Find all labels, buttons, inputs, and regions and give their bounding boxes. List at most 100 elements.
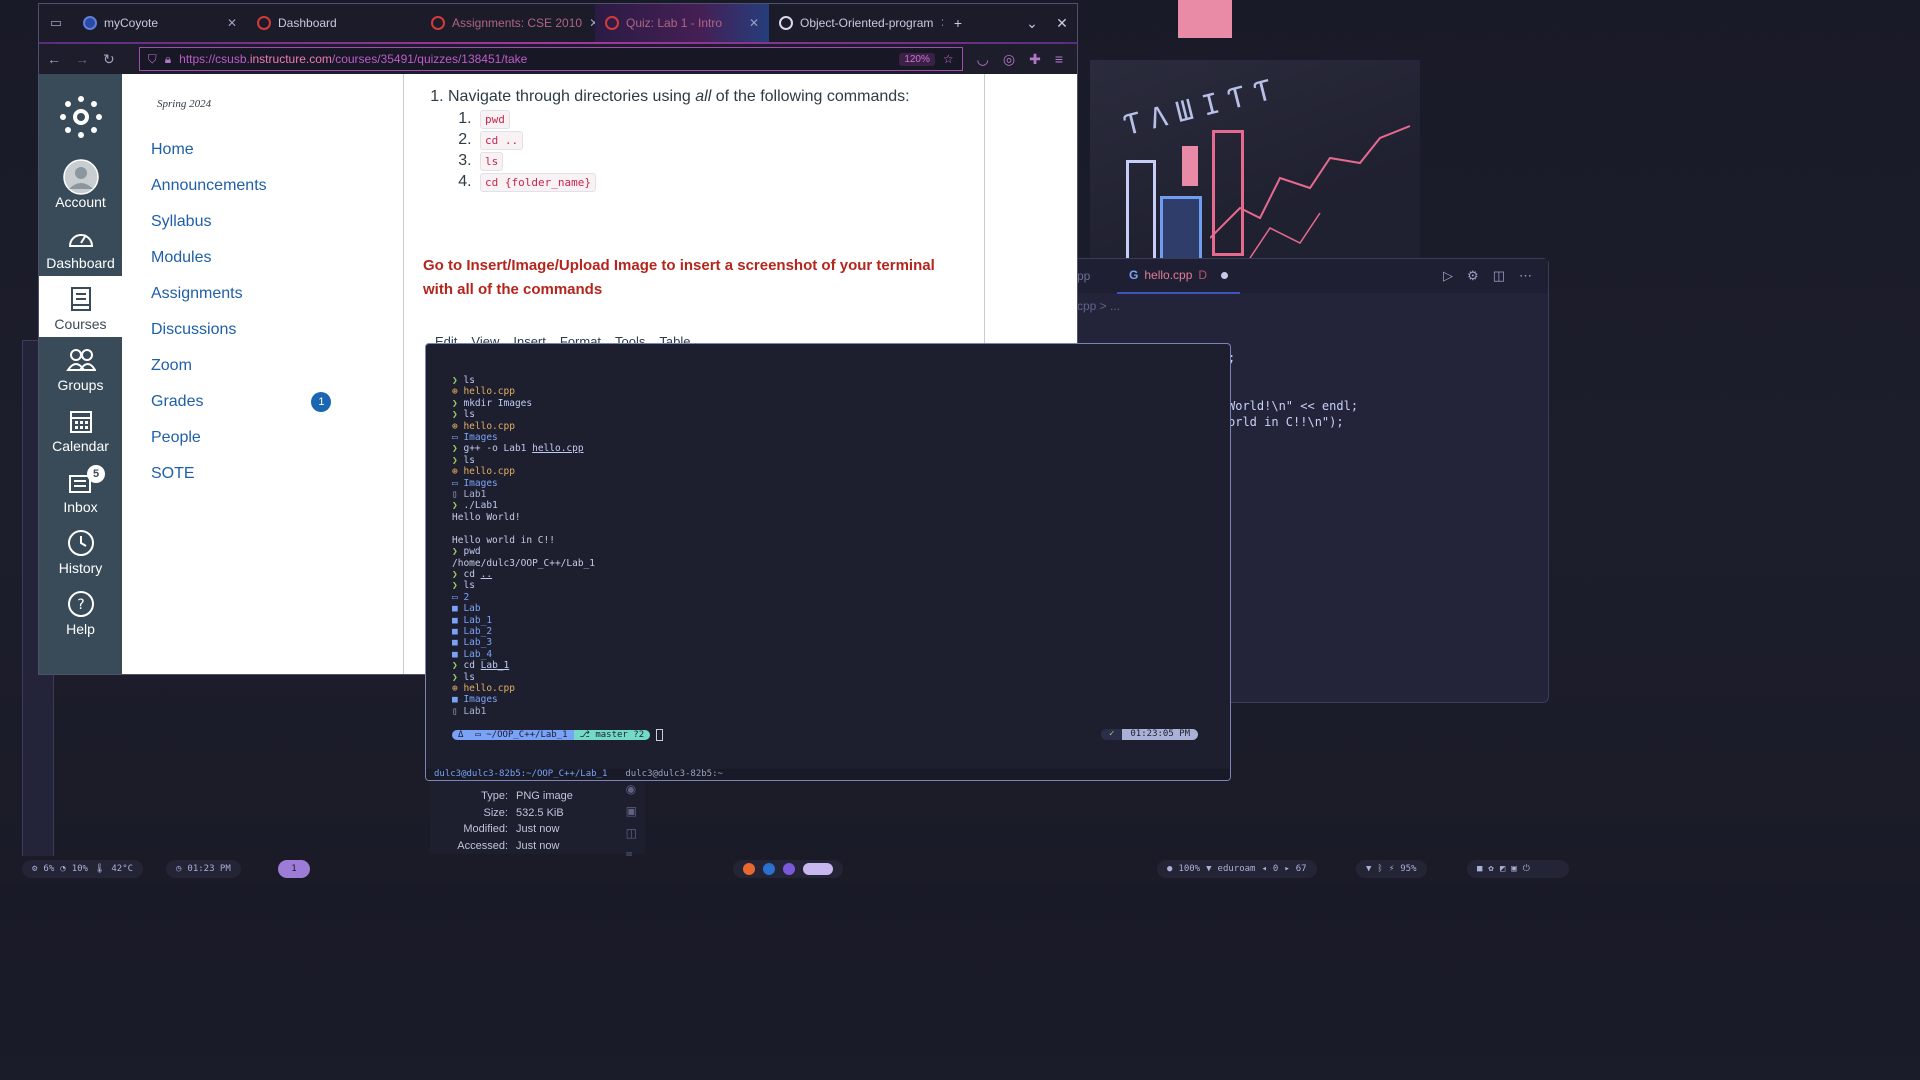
tray-icons: ■ ✿ ◩ ▣ ⏻ <box>1467 860 1569 878</box>
course-nav-discussions[interactable]: Discussions <box>151 312 331 348</box>
system-stats: ⚙ 6% ◔ 10% 🌡︎ 42°C <box>22 860 144 878</box>
bluetooth-icon[interactable]: ᛒ <box>1377 864 1382 874</box>
gear-icon[interactable]: ⚙ <box>1467 268 1479 284</box>
global-nav-label: Dashboard <box>46 255 115 271</box>
back-icon[interactable]: ← <box>47 51 61 67</box>
prompt-time: ✓ 01:23:05 PM <box>1100 729 1198 740</box>
canvas-logo-icon[interactable] <box>59 96 102 138</box>
term-label: Spring 2024 <box>157 98 212 110</box>
settings-icon[interactable]: ✿ <box>1488 864 1493 874</box>
svg-text:?: ? <box>77 597 84 613</box>
course-nav-sote[interactable]: SOTE <box>151 456 331 492</box>
global-nav-calendar[interactable]: Calendar <box>39 398 122 459</box>
tab-list-chevron-down-icon[interactable]: ⌄ <box>1017 15 1047 32</box>
course-nav-announcements[interactable]: Announcements <box>151 168 331 204</box>
power-icon[interactable]: ⏻ <box>1523 864 1530 874</box>
firefox-icon[interactable] <box>743 863 755 875</box>
command-item: ls <box>476 152 910 171</box>
course-nav-zoom[interactable]: Zoom <box>151 348 331 384</box>
split-editor-icon[interactable]: ◫ <box>1493 268 1505 284</box>
global-nav-label: Account <box>55 194 106 210</box>
url-text[interactable]: https://csusb.instructure.com/courses/35… <box>179 52 527 66</box>
global-nav-courses[interactable]: Courses <box>39 276 122 337</box>
course-nav-syllabus[interactable]: Syllabus <box>151 204 331 240</box>
file-info-panel: Type: PNG image Size: 532.5 KiB Modified: J… <box>430 780 645 862</box>
wallpaper-lightning <box>1210 125 1411 258</box>
more-icon[interactable]: ⋯ <box>1519 268 1532 284</box>
global-nav-groups[interactable]: Groups <box>39 337 122 398</box>
eye-icon[interactable]: ◉ <box>626 782 637 796</box>
tab-title: Quiz: Lab 1 - Intro <box>626 16 723 30</box>
lock-icon[interactable]: ■ <box>1477 864 1482 874</box>
temperature: 42°C <box>111 864 134 874</box>
clipboard-icon[interactable]: ▣ <box>1511 864 1516 874</box>
shield-icon[interactable]: ⛉ <box>148 52 157 67</box>
browser-tabbar: ▭ myCoyote ✕ Dashboard Assignments: CSE … <box>39 4 1077 42</box>
url-bar[interactable]: ⛉ 🔒︎ https://csusb.instructure.com/cours… <box>138 47 963 71</box>
course-nav-people[interactable]: People <box>151 420 331 456</box>
global-navigation: Account Dashboard Courses Groups Calenda… <box>39 74 122 674</box>
new-tab-button[interactable]: + <box>943 15 973 31</box>
course-nav-home[interactable]: Home <box>151 132 331 168</box>
check-icon: ✓ <box>1100 729 1123 740</box>
navigation-bar: ← → ↻ ⛉ 🔒︎ https://csusb.instructure.com… <box>39 44 1077 74</box>
memory-usage: 10% <box>71 864 88 874</box>
lock-icon[interactable]: 🔒︎ <box>165 52 171 67</box>
run-icon[interactable]: ▷ <box>1443 268 1453 284</box>
global-nav-label: Inbox <box>63 499 98 515</box>
close-icon[interactable]: ✕ <box>940 16 943 30</box>
tmux-session[interactable]: dulc3@dulc3-82b5:~ <box>625 769 723 780</box>
tab-title: Object-Oriented-program <box>800 16 934 30</box>
tab-overview-icon[interactable]: ▭ <box>39 15 73 31</box>
course-navigation: Spring 2024 Home Announcements Syllabus … <box>122 74 404 674</box>
global-nav-dashboard[interactable]: Dashboard <box>39 215 122 276</box>
close-icon[interactable]: ✕ <box>749 16 759 30</box>
global-nav-history[interactable]: History <box>39 520 122 581</box>
menu-icon[interactable]: ≡ <box>1055 51 1063 68</box>
tab-mycoyote[interactable]: myCoyote ✕ <box>73 4 247 42</box>
tab-assignments[interactable]: Assignments: CSE 2010 ✕ <box>421 4 595 42</box>
clock[interactable]: ◷ 01:23 PM <box>166 860 241 878</box>
code-line: World!\n" << endl; <box>1228 399 1359 413</box>
pocket-icon[interactable]: ◡ <box>977 51 989 68</box>
wallpaper-neon-sign <box>1126 160 1156 266</box>
tab-dashboard[interactable]: Dashboard <box>247 4 421 42</box>
global-nav-account[interactable]: Account <box>39 154 122 215</box>
wifi-strength-icon[interactable]: ▼ <box>1366 864 1371 874</box>
forward-icon[interactable]: → <box>75 51 89 67</box>
canvas-icon <box>257 16 271 30</box>
terminal-window[interactable]: ❯ ls ⊕ hello.cpp ❯ mkdir Images ❯ ls ⊕ h… <box>425 343 1231 781</box>
editor-tab-hello-cpp[interactable]: G hello.cpp D <box>1117 258 1241 294</box>
terminal-app-icon[interactable] <box>803 863 833 875</box>
reload-icon[interactable]: ↻ <box>103 51 115 68</box>
global-nav-label: Calendar <box>52 438 109 454</box>
global-nav-help[interactable]: ? Help <box>39 581 122 642</box>
folder-icon[interactable]: ▣ <box>626 804 637 818</box>
text-cursor <box>656 728 664 741</box>
course-nav-modules[interactable]: Modules <box>151 240 331 276</box>
wallpaper-neon-sign <box>1160 196 1202 262</box>
course-nav-assignments[interactable]: Assignments <box>151 276 331 312</box>
tmux-session[interactable]: dulc3@dulc3-82b5:~/OOP_C++/Lab_1 <box>434 769 607 780</box>
course-nav-grades[interactable]: Grades 1 <box>151 384 332 420</box>
global-nav-inbox[interactable]: 5 Inbox <box>39 459 122 520</box>
screenshot-icon[interactable]: ◩ <box>1500 864 1505 874</box>
file-size-value: 532.5 KiB <box>516 806 564 819</box>
bookmark-star-icon[interactable]: ☆ <box>943 52 954 66</box>
vscode-icon[interactable] <box>763 863 775 875</box>
os-icon: Δ <box>452 729 470 740</box>
tab-github[interactable]: Object-Oriented-program ✕ <box>769 4 943 42</box>
cpu-icon: ⚙ <box>32 864 38 874</box>
tab-quiz[interactable]: Quiz: Lab 1 - Intro ✕ <box>595 4 769 42</box>
temperature-icon: 🌡︎ <box>93 864 106 874</box>
panel-icon[interactable]: ◫ <box>626 826 637 840</box>
zoom-level-badge[interactable]: 120% <box>899 52 935 66</box>
close-icon[interactable]: ✕ <box>227 16 237 30</box>
extensions-icon[interactable]: ✚ <box>1029 51 1041 68</box>
account-icon[interactable]: ◎ <box>1003 51 1015 68</box>
workspace-indicator[interactable]: 1 <box>278 860 310 878</box>
window-close-icon[interactable]: ✕ <box>1047 15 1077 32</box>
clock-icon: ◷ <box>176 864 182 874</box>
file-manager-icon[interactable] <box>783 863 795 875</box>
inbox-unread-badge: 5 <box>87 465 105 483</box>
